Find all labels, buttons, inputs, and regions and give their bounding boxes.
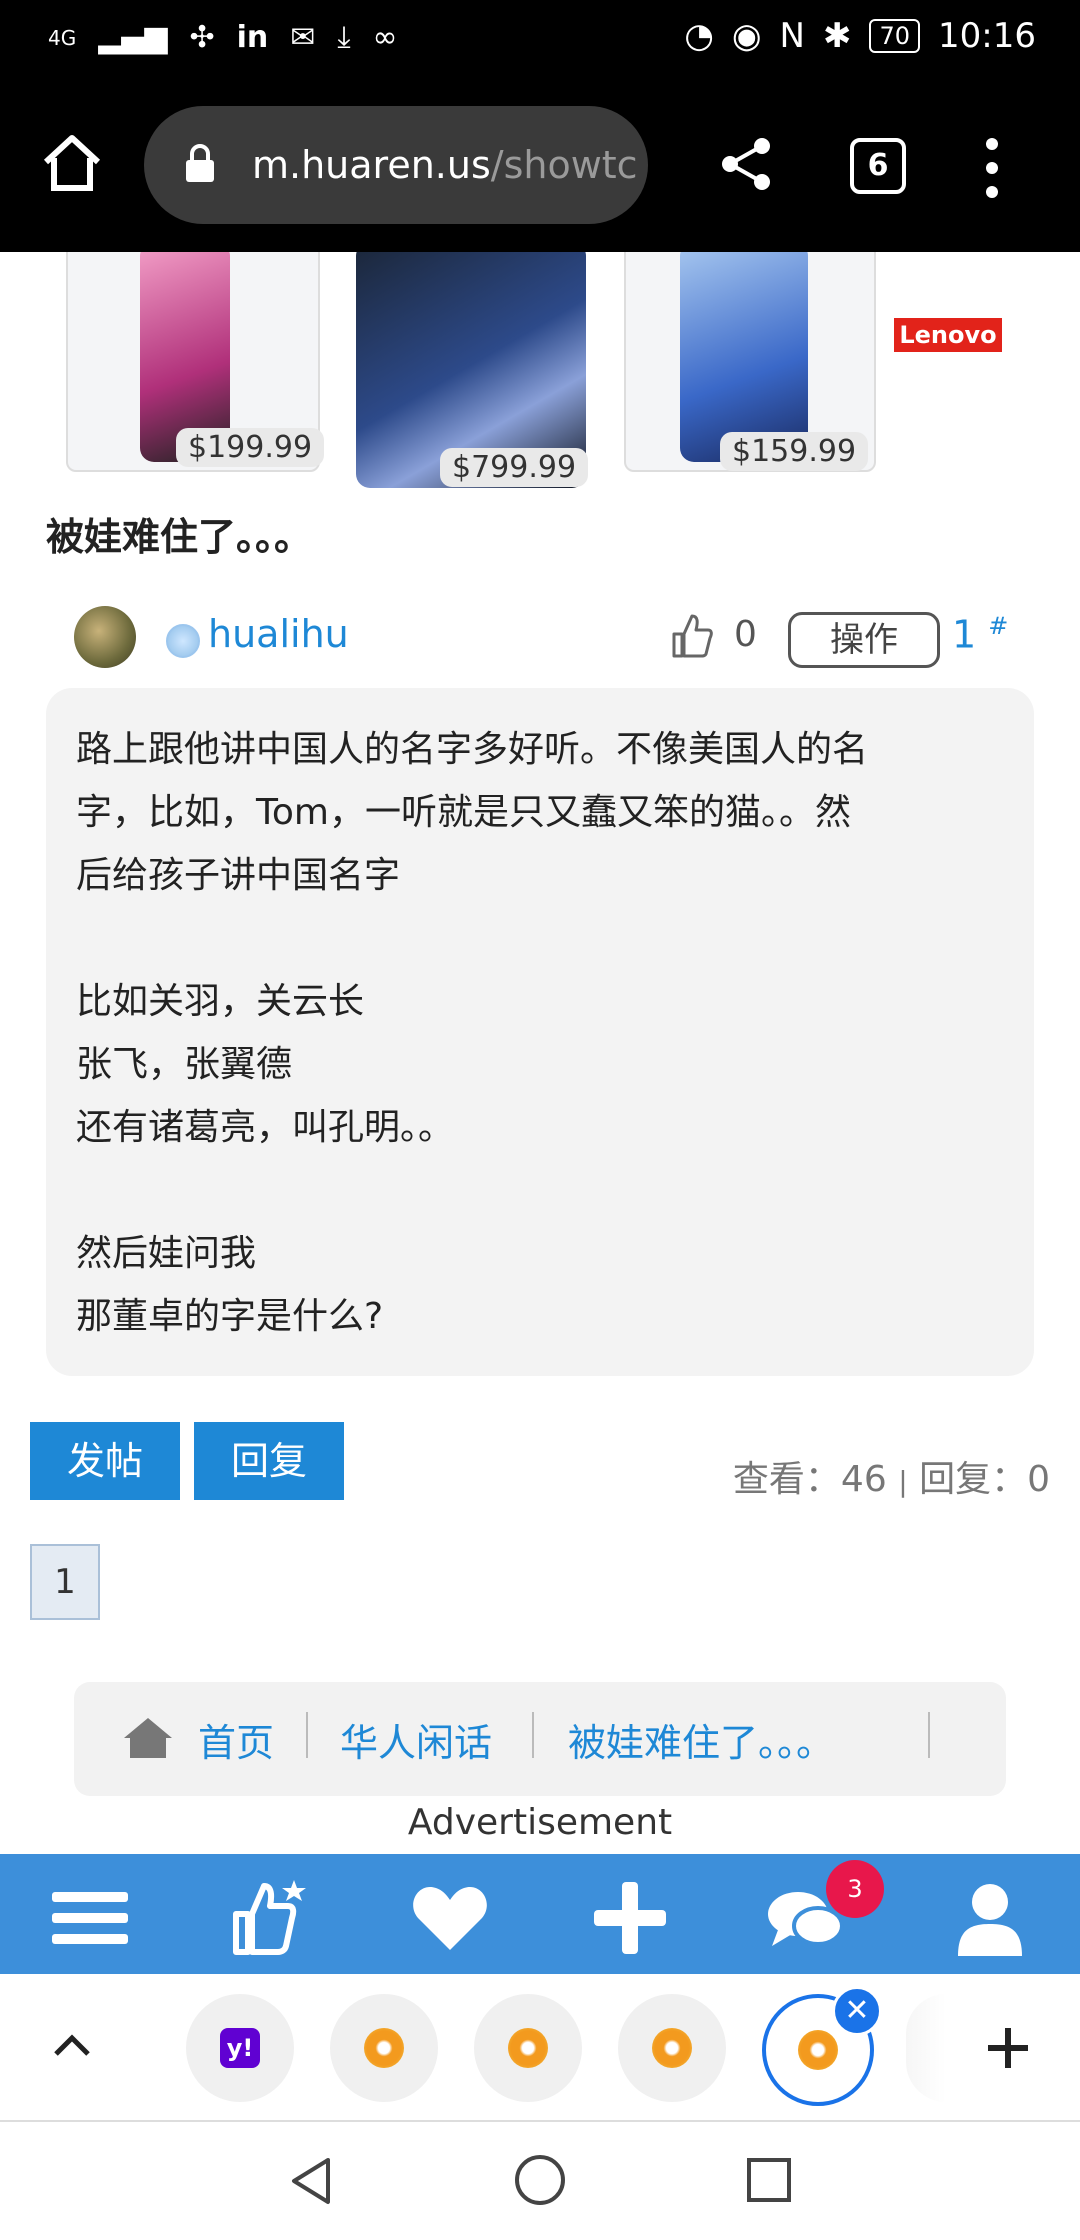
lenovo-logo[interactable]: Lenovo bbox=[894, 318, 1002, 352]
system-navigation-bar bbox=[0, 2122, 1080, 2240]
views-label: 查看： bbox=[732, 1459, 841, 1500]
ad-price: $159.99 bbox=[720, 432, 869, 471]
url-text: m.huaren.us/showtc bbox=[252, 106, 638, 224]
thread-stats: 查看：46 | 回复：0 bbox=[733, 1450, 1050, 1502]
breadcrumb: 首页 华人闲话 被娃难住了。。。 bbox=[74, 1682, 1006, 1796]
linkedin-icon: in bbox=[236, 20, 269, 55]
post-line bbox=[76, 1159, 1006, 1222]
advertisement-label: Advertisement bbox=[407, 1802, 673, 1843]
post-line: 那董卓的字是什么? bbox=[76, 1296, 384, 1337]
breadcrumb-divider bbox=[532, 1712, 534, 1758]
battery-indicator: 70 bbox=[869, 19, 921, 53]
post-line: 字，比如，Tom，一听就是只又蠢又笨的猫。。然 bbox=[76, 792, 851, 833]
recents-icon[interactable] bbox=[746, 2157, 792, 2203]
huaren-flower-icon bbox=[508, 2028, 548, 2068]
post-line bbox=[76, 907, 1006, 970]
post-line: 还有诸葛亮，叫孔明。。 bbox=[76, 1107, 455, 1148]
url-host: m.huaren.us bbox=[252, 143, 491, 187]
url-path: /showtc bbox=[490, 143, 638, 187]
status-bar: 4G ▂▄▆ ✣ in ✉ ⤓ ∞ ◔ ◉ N ✱ 70 10:16 bbox=[0, 0, 1080, 80]
actions-button[interactable]: 操作 bbox=[788, 612, 940, 668]
more-menu-icon[interactable] bbox=[986, 138, 998, 198]
voicemail-icon: ∞ bbox=[372, 20, 398, 55]
nfc-icon: N bbox=[779, 16, 805, 56]
post-line: 后给孩子讲中国名字 bbox=[76, 855, 401, 896]
floor-mark: # bbox=[988, 612, 1009, 640]
like-count: 0 bbox=[734, 614, 757, 655]
mail-icon: ✉ bbox=[290, 20, 316, 55]
network-type: 4G bbox=[48, 25, 77, 50]
home-icon[interactable] bbox=[122, 1716, 174, 1760]
menu-icon[interactable] bbox=[50, 1878, 130, 1958]
lock-icon bbox=[186, 144, 214, 182]
back-icon[interactable] bbox=[288, 2156, 332, 2206]
signal-icon: ▂▄▆ bbox=[98, 20, 168, 55]
chevron-up-icon[interactable] bbox=[52, 2034, 92, 2058]
thread-title: 被娃难住了。。。 bbox=[46, 515, 313, 559]
thumbs-up-icon[interactable] bbox=[670, 612, 714, 660]
breadcrumb-thread[interactable]: 被娃难住了。。。 bbox=[568, 1712, 834, 1767]
bluetooth-icon: ✱ bbox=[822, 16, 852, 56]
post-line: 比如关羽，关云长 bbox=[76, 981, 365, 1022]
close-tab-icon[interactable]: ✕ bbox=[832, 1986, 882, 2036]
browser-toolbar: m.huaren.us/showtc 6 bbox=[0, 80, 1080, 252]
breadcrumb-divider bbox=[928, 1712, 930, 1758]
status-icons-left: 4G ▂▄▆ ✣ in ✉ ⤓ ∞ bbox=[48, 20, 398, 55]
status-icons-right: ◔ ◉ N ✱ 70 10:16 bbox=[684, 16, 1036, 56]
tab-yahoo[interactable]: y! bbox=[186, 1994, 294, 2102]
post-header: hualihu 0 操作 1 # bbox=[74, 606, 1014, 672]
floor-number[interactable]: 1 # bbox=[952, 612, 1008, 657]
data-saver-icon: ◔ bbox=[684, 16, 714, 56]
breadcrumb-forum[interactable]: 华人闲话 bbox=[340, 1712, 492, 1767]
messages-badge: 3 bbox=[826, 1860, 884, 1918]
eye-comfort-icon: ◉ bbox=[731, 16, 762, 56]
thumbs-up-star-icon[interactable] bbox=[230, 1878, 310, 1958]
site-bottom-nav bbox=[0, 1854, 1080, 1974]
share-icon[interactable] bbox=[718, 136, 774, 192]
ad-price: $199.99 bbox=[176, 428, 325, 467]
post-line: 张飞，张翼德 bbox=[76, 1044, 293, 1085]
breadcrumb-divider bbox=[306, 1712, 308, 1758]
heart-icon[interactable] bbox=[410, 1878, 490, 1958]
download-icon: ⤓ bbox=[337, 20, 351, 55]
tab-huaren[interactable] bbox=[330, 1994, 438, 2102]
pinwheel-icon: ✣ bbox=[189, 20, 215, 55]
reply-button[interactable]: 回复 bbox=[194, 1422, 344, 1500]
post-line: 路上跟他讲中国人的名字多好听。不像美国人的名 bbox=[76, 729, 869, 770]
phone-image bbox=[680, 252, 808, 462]
replies-label: 回复： bbox=[919, 1459, 1028, 1500]
ad-price: $799.99 bbox=[440, 448, 589, 487]
floor-number-value: 1 bbox=[952, 612, 977, 657]
huaren-flower-icon bbox=[798, 2030, 838, 2070]
home-icon[interactable] bbox=[40, 132, 104, 196]
replies-count: 0 bbox=[1027, 1459, 1050, 1500]
page-number-current[interactable]: 1 bbox=[30, 1544, 100, 1620]
post-content: 路上跟他讲中国人的名字多好听。不像美国人的名 字，比如，Tom，一听就是只又蠢又… bbox=[46, 688, 1034, 1376]
tab-huaren[interactable] bbox=[474, 1994, 582, 2102]
yahoo-icon: y! bbox=[220, 2028, 260, 2068]
post-line: 然后娃问我 bbox=[76, 1233, 257, 1274]
avatar[interactable] bbox=[74, 606, 136, 668]
views-count: 46 bbox=[840, 1459, 887, 1500]
user-icon[interactable] bbox=[950, 1878, 1030, 1958]
address-bar[interactable]: m.huaren.us/showtc bbox=[144, 106, 648, 224]
online-status-icon bbox=[166, 624, 200, 658]
tab-partial[interactable] bbox=[906, 1994, 946, 2102]
tab-count-button[interactable]: 6 bbox=[850, 138, 906, 194]
huaren-flower-icon bbox=[652, 2028, 692, 2068]
home-circle-icon[interactable] bbox=[514, 2154, 566, 2206]
ad-banner[interactable]: $199.99 $799.99 $159.99 bbox=[0, 252, 1080, 488]
breadcrumb-home[interactable]: 首页 bbox=[198, 1712, 274, 1767]
tab-huaren[interactable] bbox=[618, 1994, 726, 2102]
stats-separator: | bbox=[898, 1465, 908, 1498]
username-link[interactable]: hualihu bbox=[208, 612, 349, 656]
plus-icon[interactable] bbox=[590, 1878, 670, 1958]
browser-tab-strip: y! ✕ bbox=[0, 1974, 1080, 2122]
new-tab-plus-icon[interactable] bbox=[986, 2026, 1030, 2070]
huaren-flower-icon bbox=[364, 2028, 404, 2068]
new-post-button[interactable]: 发帖 bbox=[30, 1422, 180, 1500]
clock: 10:16 bbox=[938, 16, 1036, 56]
